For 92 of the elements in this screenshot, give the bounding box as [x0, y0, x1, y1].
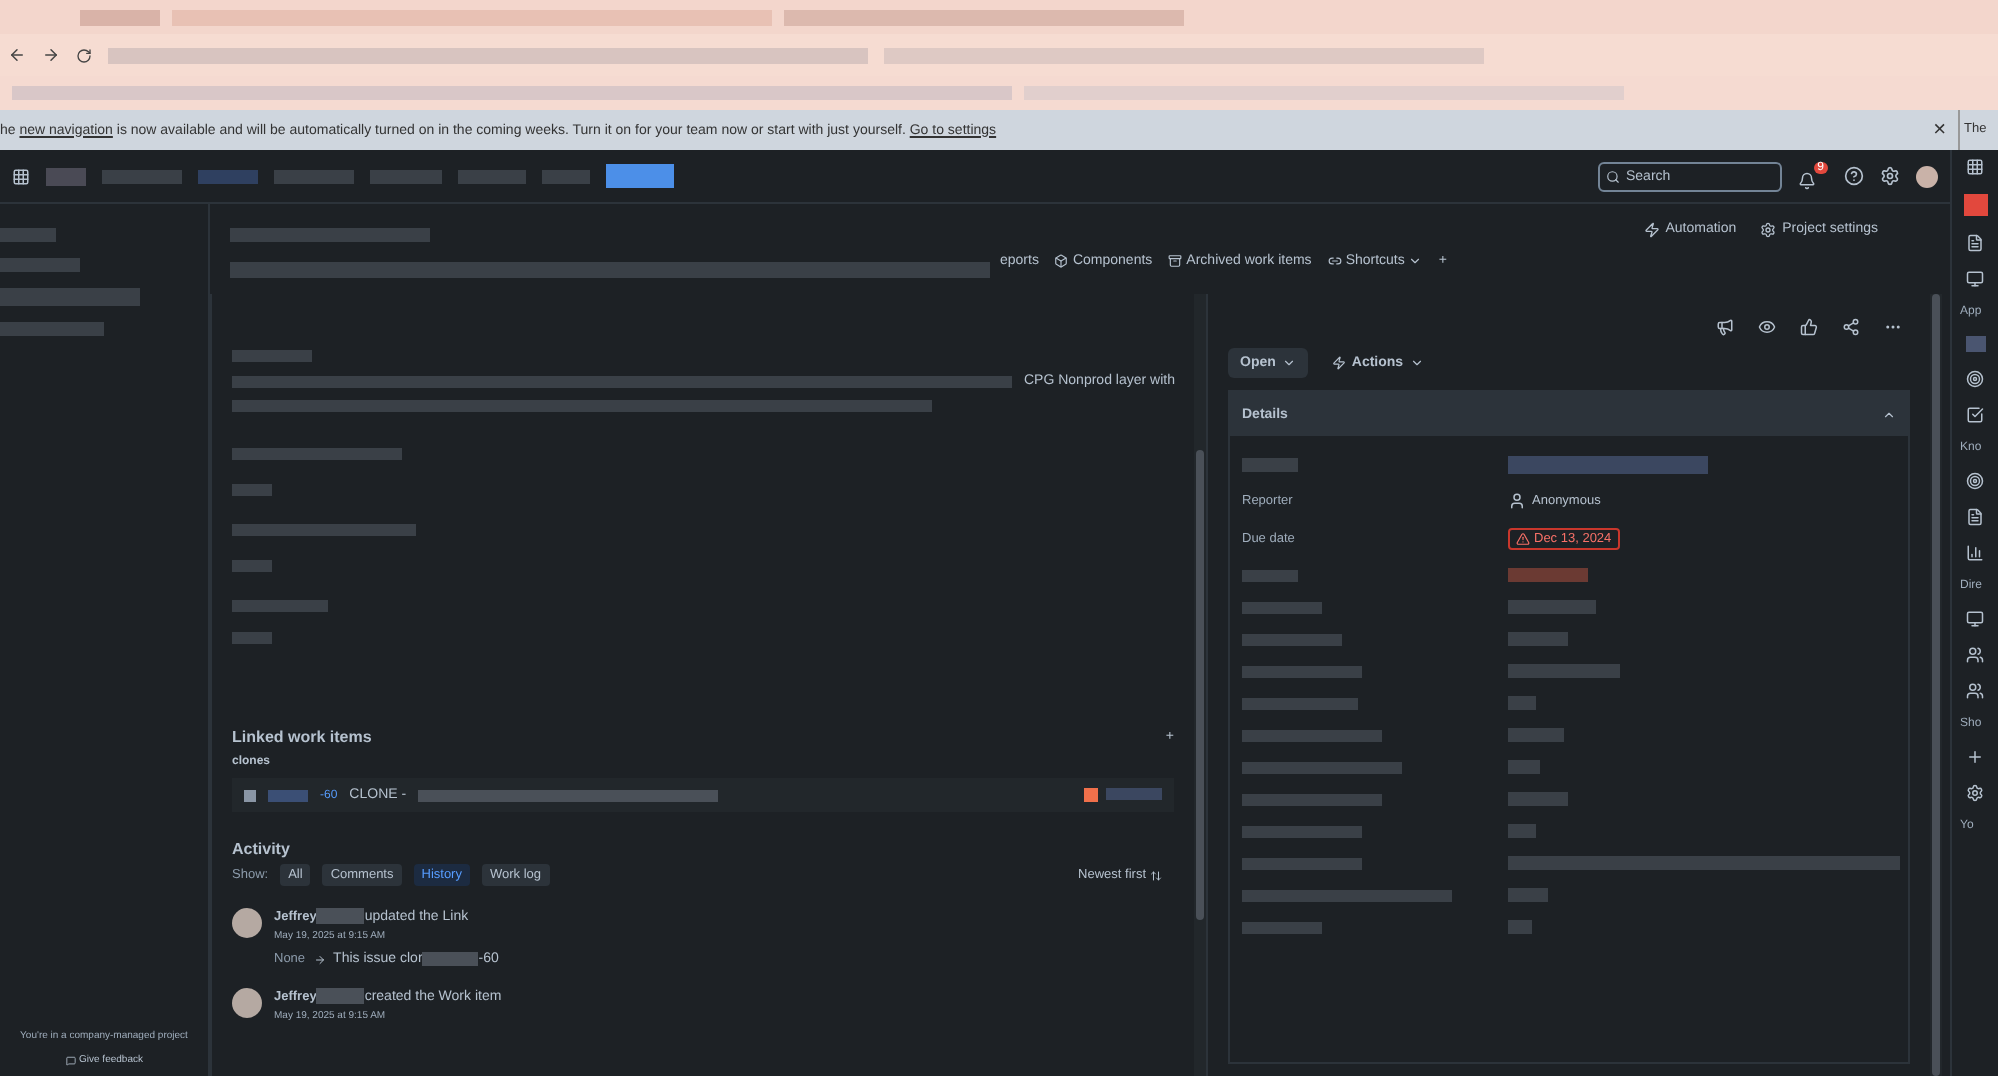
- redacted-block: [1242, 601, 1322, 613]
- redacted-block: [102, 169, 182, 183]
- redacted-block: [1508, 664, 1620, 678]
- document-icon: [1966, 234, 1984, 252]
- redacted-block: [1242, 458, 1298, 472]
- redacted-block: [232, 600, 328, 612]
- settings-icon: [1966, 784, 1984, 802]
- redacted-block: [1242, 921, 1322, 933]
- redacted-block: [232, 560, 272, 572]
- search-icon: [1606, 169, 1620, 183]
- redacted-block: [1242, 665, 1362, 677]
- redacted-block: [1508, 920, 1532, 934]
- redacted-block: [232, 350, 312, 362]
- redacted-block: [1508, 696, 1536, 710]
- redacted-block: [1508, 888, 1548, 902]
- app-grid-icon: [1966, 158, 1984, 176]
- box-icon: [1054, 254, 1069, 268]
- chevron-up-icon: [1882, 407, 1896, 421]
- app-grid-icon: [12, 167, 30, 185]
- redacted-block: [1508, 728, 1564, 742]
- user-avatar: [232, 908, 262, 938]
- bar-chart-icon: [1966, 544, 1984, 562]
- redacted-block: [232, 484, 272, 496]
- user-avatar: [232, 988, 262, 1018]
- redacted-block: [244, 789, 256, 801]
- redacted-block: [316, 908, 365, 924]
- redacted-block: [1084, 788, 1098, 802]
- redacted-block: [1965, 336, 1985, 352]
- monitor-icon: [1966, 610, 1984, 628]
- redacted-block: [232, 632, 272, 644]
- user-icon: [1508, 492, 1526, 510]
- settings-icon: [1880, 166, 1900, 186]
- redacted-block: [370, 169, 442, 183]
- chevron-down-icon: [1281, 356, 1296, 370]
- forward-icon: [42, 46, 60, 64]
- warning-icon: [1516, 532, 1530, 546]
- redacted-block: [0, 228, 56, 242]
- redacted-block: [422, 952, 479, 966]
- help-icon: [1844, 166, 1864, 186]
- redacted-block: [542, 169, 590, 183]
- users-icon: [1966, 646, 1984, 664]
- redacted-block: [316, 988, 365, 1004]
- redacted-block: [606, 164, 674, 188]
- plus-icon: [1966, 748, 1984, 766]
- redacted-block: [1508, 792, 1568, 806]
- section-title: Linked work items: [232, 728, 372, 746]
- redacted-block: [1242, 569, 1298, 581]
- redacted-block: [458, 169, 526, 183]
- redacted-block: [1508, 600, 1596, 614]
- redacted-block: [80, 9, 160, 25]
- redacted-block: [0, 322, 104, 336]
- back-icon: [8, 46, 26, 64]
- target-icon: [1966, 370, 1984, 388]
- checkbox-icon: [1966, 406, 1984, 424]
- bolt-icon: [1643, 221, 1660, 237]
- redacted-block: [268, 789, 308, 801]
- redacted-block: [1242, 793, 1382, 805]
- eye-icon: [1758, 318, 1776, 336]
- redacted-block: [1106, 788, 1162, 800]
- settings-icon: [1760, 221, 1777, 237]
- redacted-block: [1508, 632, 1568, 646]
- redacted-block: [1508, 824, 1536, 838]
- redacted-block: [1508, 568, 1588, 582]
- redacted-block: [1242, 825, 1362, 837]
- redacted-block: [0, 258, 80, 272]
- redacted-block: [1242, 857, 1362, 869]
- scrollbar-thumb[interactable]: [1932, 294, 1940, 1076]
- redacted-block: [274, 169, 354, 183]
- redacted-block: [198, 169, 258, 183]
- link-icon: [1327, 254, 1342, 268]
- close-button[interactable]: ×: [1921, 118, 1958, 142]
- redacted-block: [1242, 633, 1342, 645]
- reload-icon: [76, 47, 92, 63]
- monitor-icon: [1966, 270, 1984, 288]
- app-logo-icon: [1963, 194, 1987, 216]
- redacted-block: [1508, 760, 1540, 774]
- chevron-down-icon: [1409, 356, 1424, 370]
- share-icon: [1842, 318, 1860, 336]
- redacted-block: [1242, 697, 1358, 709]
- redacted-block: [46, 167, 86, 185]
- redacted-block: [1242, 729, 1382, 741]
- thumbs-up-icon: [1800, 318, 1818, 336]
- section-title: Activity: [232, 840, 290, 858]
- user-avatar[interactable]: [1916, 165, 1938, 187]
- target-icon: [1966, 472, 1984, 490]
- arrow-icon: [313, 953, 326, 965]
- sort-icon: [1150, 869, 1162, 881]
- redacted-block: [0, 288, 140, 306]
- bolt-icon: [1331, 356, 1346, 370]
- document-icon: [1966, 508, 1984, 526]
- users-icon: [1966, 682, 1984, 700]
- archive-icon: [1168, 254, 1183, 268]
